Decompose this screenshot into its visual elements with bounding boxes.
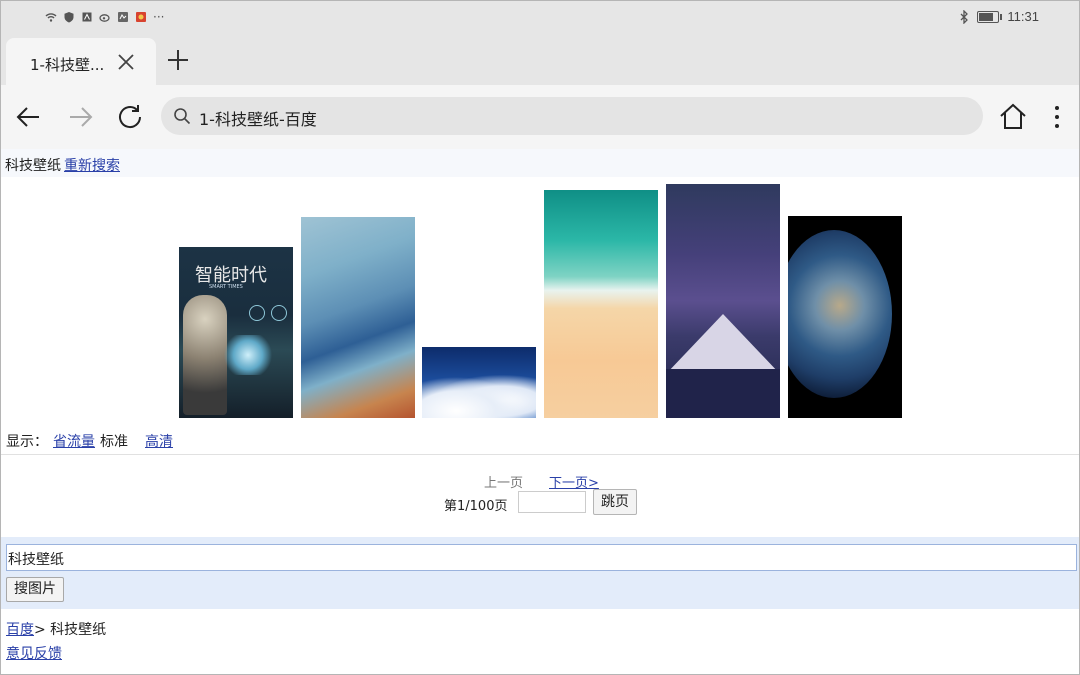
breadcrumb-separator: >: [34, 622, 46, 638]
bluetooth-icon: [960, 9, 969, 24]
tab-title: 1-科技壁...: [30, 56, 105, 74]
query-keyword: 科技壁纸: [5, 158, 61, 174]
search-input[interactable]: 科技壁纸: [6, 544, 1077, 571]
glow-shape: [223, 335, 273, 375]
circle-ui-1: [249, 305, 265, 321]
page-number-input[interactable]: [518, 491, 586, 513]
display-hd-link[interactable]: 高清: [145, 431, 173, 451]
image-thumb-1[interactable]: 智能时代 SMART TIMES: [179, 247, 293, 418]
search-images-button[interactable]: 搜图片: [6, 577, 64, 602]
feedback-link[interactable]: 意见反馈: [6, 643, 62, 663]
back-arrow-icon[interactable]: [11, 99, 47, 135]
query-line: 科技壁纸 重新搜索: [1, 149, 1079, 177]
figure-shape: [183, 295, 227, 415]
image-thumb-2[interactable]: [301, 217, 415, 418]
status-time: 11:31: [1007, 9, 1039, 24]
address-bar[interactable]: 1-科技壁纸-百度: [161, 97, 983, 135]
image-thumb-6[interactable]: [788, 216, 902, 418]
image-thumb-4[interactable]: [544, 190, 658, 418]
breadcrumb-home-link[interactable]: 百度: [6, 622, 34, 638]
research-link[interactable]: 重新搜索: [64, 155, 120, 175]
image-thumb-3[interactable]: [422, 347, 536, 418]
home-icon[interactable]: [995, 99, 1031, 135]
forward-arrow-icon[interactable]: [62, 99, 98, 135]
jump-button[interactable]: 跳页: [593, 489, 637, 515]
notification-icon: [82, 12, 92, 22]
divider: [1, 454, 1079, 455]
weibo-icon: [99, 14, 110, 22]
display-label: 显示：: [6, 434, 48, 450]
app-icon-2: [136, 12, 146, 22]
wifi-icon: [45, 13, 57, 22]
search-icon: [174, 108, 191, 125]
page-count: 第1/100页: [444, 499, 508, 514]
browser-toolbar: 1-科技壁纸-百度: [1, 85, 1079, 149]
status-bar: ··· 11:31: [1, 1, 1079, 33]
display-save-data-link[interactable]: 省流量: [53, 431, 95, 451]
search-form: 科技壁纸 搜图片: [1, 537, 1079, 609]
next-page-link[interactable]: 下一页>: [549, 472, 599, 491]
breadcrumb: 百度> 科技壁纸: [6, 619, 106, 639]
status-icons: ···: [45, 10, 164, 24]
new-tab-plus-icon[interactable]: [161, 43, 195, 77]
ground-shape: [666, 369, 780, 418]
status-more: ···: [153, 10, 165, 24]
reload-icon[interactable]: [112, 99, 148, 135]
prev-page: 上一页: [484, 476, 524, 491]
display-standard: 标准: [100, 434, 128, 450]
image-thumb-5[interactable]: [666, 184, 780, 418]
mountain-shape: [666, 314, 780, 374]
more-vert-icon[interactable]: [1039, 99, 1075, 135]
image-subtitle-text: SMART TIMES: [209, 284, 243, 290]
shield-icon: [64, 12, 74, 23]
address-text: 1-科技壁纸-百度: [199, 110, 317, 129]
battery-icon: [977, 10, 1003, 23]
circle-ui-2: [271, 305, 287, 321]
breadcrumb-current: 科技壁纸: [45, 622, 107, 638]
cloud-shape: [422, 371, 536, 418]
app-icon: [118, 12, 128, 22]
close-icon[interactable]: [114, 50, 138, 74]
page-content: 科技壁纸 重新搜索 智能时代 SMART TIMES 显示： 省流量 标准 高清…: [1, 149, 1079, 673]
browser-tab[interactable]: 1-科技壁...: [6, 38, 156, 85]
earth-shape: [788, 230, 892, 398]
tab-bar: 1-科技壁...: [1, 33, 1079, 85]
